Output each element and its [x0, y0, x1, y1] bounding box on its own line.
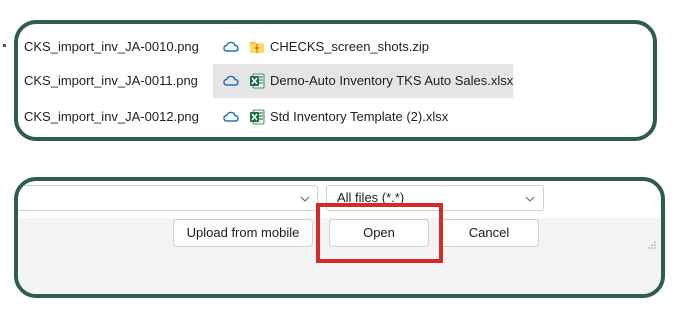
- file-name: CHECKS_screen_shots.zip: [270, 39, 429, 54]
- chevron-down-icon[interactable]: [525, 196, 535, 202]
- cancel-button[interactable]: Cancel: [439, 219, 539, 247]
- file-item[interactable]: Std Inventory Template (2).xlsx: [213, 100, 513, 134]
- chevron-down-icon[interactable]: [300, 196, 310, 202]
- file-name-left[interactable]: CKS_import_inv_JA-0011.png: [24, 64, 198, 98]
- excel-file-icon: [250, 73, 265, 89]
- excel-file-icon: [250, 109, 265, 125]
- edge-mark: [3, 44, 6, 47]
- cloud-icon: [223, 111, 239, 122]
- list-item: CKS_import_inv_JA-0010.png CHECKS_screen…: [18, 30, 653, 64]
- file-name-left[interactable]: CKS_import_inv_JA-0012.png: [24, 100, 199, 134]
- resize-grip-icon[interactable]: [647, 240, 657, 250]
- cloud-icon: [223, 41, 239, 52]
- file-item-selected[interactable]: Demo-Auto Inventory TKS Auto Sales.xlsx: [213, 64, 513, 98]
- file-name-left[interactable]: CKS_import_inv_JA-0010.png: [24, 30, 199, 64]
- cloud-icon: [223, 75, 239, 86]
- file-item[interactable]: CHECKS_screen_shots.zip: [213, 30, 513, 64]
- upload-from-mobile-button[interactable]: Upload from mobile: [173, 219, 313, 247]
- file-name: Std Inventory Template (2).xlsx: [270, 109, 449, 124]
- list-item: CKS_import_inv_JA-0012.png Std Inventory…: [18, 100, 653, 134]
- file-name: Demo-Auto Inventory TKS Auto Sales.xlsx: [270, 73, 514, 88]
- zip-folder-icon: [250, 42, 264, 53]
- open-button-highlight: [316, 203, 443, 263]
- list-item: CKS_import_inv_JA-0011.png Demo-Auto Inv…: [18, 64, 653, 98]
- file-list-panel: CKS_import_inv_JA-0010.png CHECKS_screen…: [14, 20, 657, 141]
- file-name-combobox[interactable]: [18, 185, 318, 211]
